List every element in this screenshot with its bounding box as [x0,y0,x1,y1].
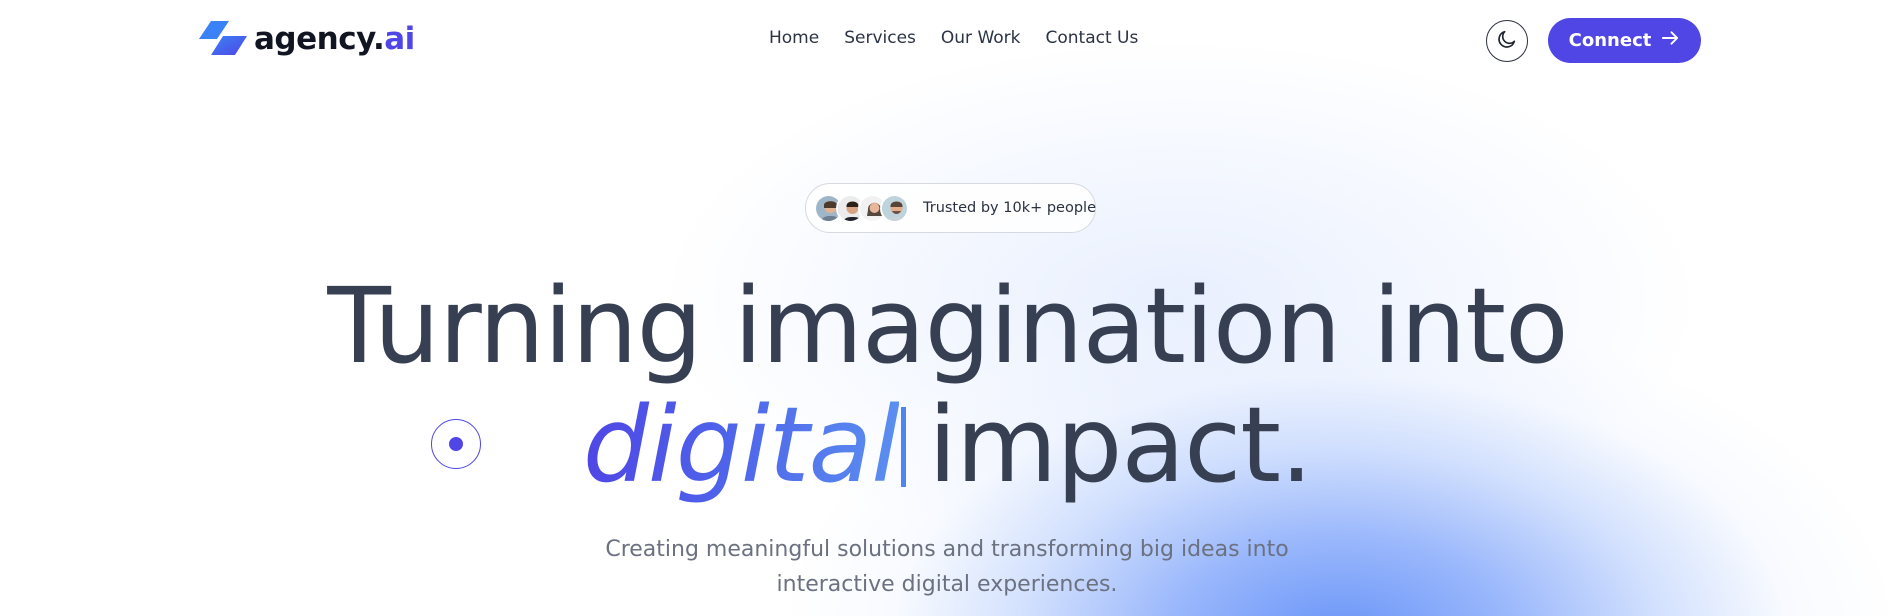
landing-page: agency.ai Home Services Our Work Contact… [0,0,1895,616]
trusted-label: Trusted by 10k+ people [923,200,1097,216]
parallelogram-logo-icon [199,19,251,59]
headline-rest: impact. [928,384,1313,506]
avatar [880,193,909,223]
headline-line-1: Turning imagination into [327,265,1568,387]
nav-link-services[interactable]: Services [844,28,916,48]
arrow-right-icon [1661,30,1680,51]
subtitle-line-1: Creating meaningful solutions and transf… [605,537,1289,562]
connect-label: Connect [1568,30,1652,51]
nav-link-home[interactable]: Home [769,28,819,48]
main-nav: Home Services Our Work Contact Us [769,28,1163,48]
avatar-group [814,193,909,223]
brand-name: agency.ai [254,21,415,57]
target-circle-icon [431,419,481,469]
connect-button[interactable]: Connect [1548,18,1701,63]
brand-logo[interactable]: agency.ai [199,19,415,59]
headline-highlight: digital [582,384,900,506]
site-header: agency.ai Home Services Our Work Contact… [0,0,1895,82]
nav-link-our-work[interactable]: Our Work [941,28,1021,48]
trusted-badge: Trusted by 10k+ people [805,183,1096,233]
typing-cursor [901,407,907,487]
target-dot [449,437,463,451]
brand-accent: ai [384,21,415,57]
nav-link-contact-us[interactable]: Contact Us [1046,28,1139,48]
subtitle-line-2: interactive digital experiences. [776,572,1118,597]
moon-icon [1496,28,1518,54]
hero-subtitle: Creating meaningful solutions and transf… [597,532,1297,602]
theme-toggle-button[interactable] [1486,20,1528,62]
headline-line-2: digital impact. [0,387,1895,503]
